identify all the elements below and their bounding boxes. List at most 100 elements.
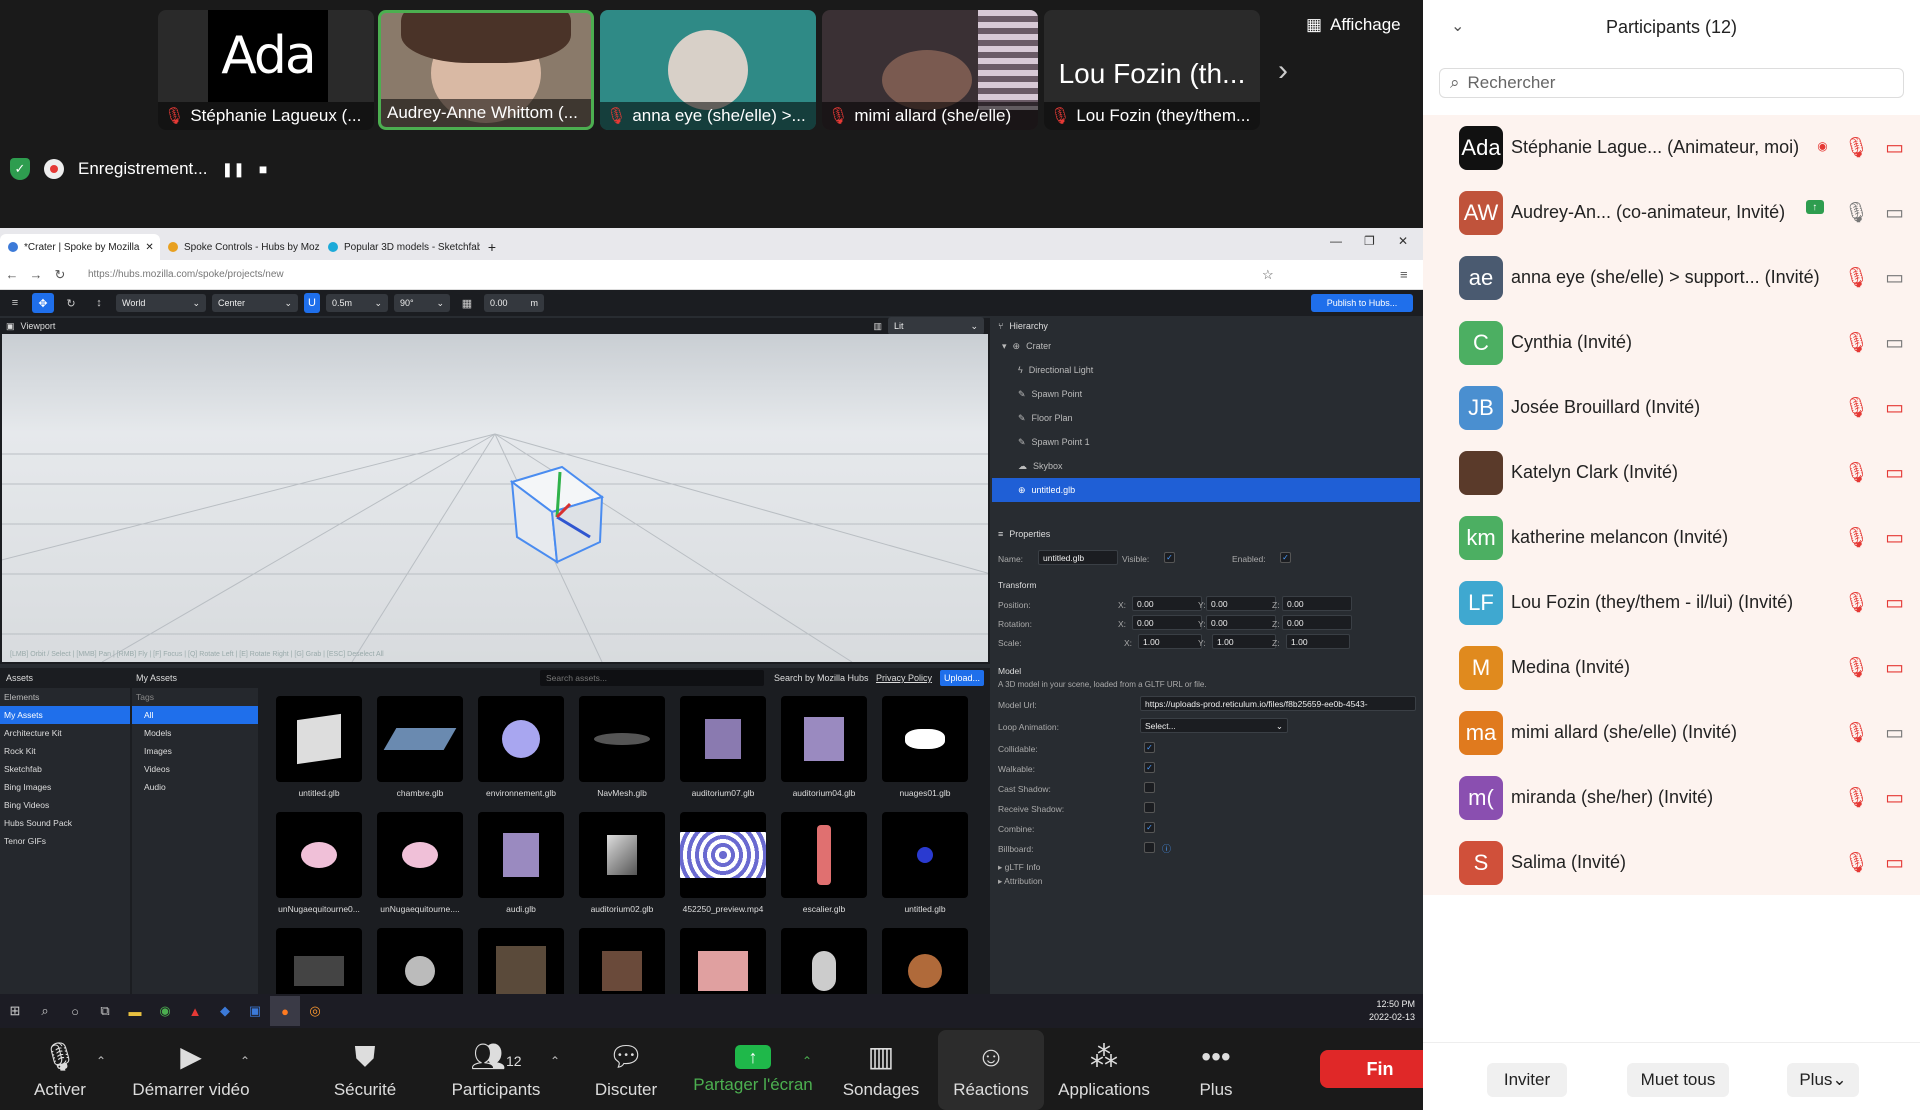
source-item[interactable]: Bing Images [0, 778, 130, 796]
forward-icon[interactable]: → [24, 267, 48, 282]
asset-item[interactable]: auditorium07.glb [680, 696, 766, 798]
participant-row[interactable]: M Medina (Invité) 🎙︎ ▭ [1423, 635, 1920, 700]
hierarchy-item-selected[interactable]: ⊕ untitled.glb [992, 478, 1420, 502]
participant-row[interactable]: AW Audrey-An... (co-animateur, Invité) ↑ 🎙︎… [1423, 180, 1920, 245]
start-icon[interactable]: ⊞ [0, 996, 30, 1026]
attribution-toggle[interactable]: ▸ Attribution [998, 876, 1042, 887]
mic-icon[interactable]: 🎙︎ [1844, 200, 1869, 225]
mic-muted-icon[interactable]: 🎙︎ [1844, 655, 1869, 680]
asset-item[interactable]: untitled.glb [882, 812, 968, 914]
asset-item[interactable] [781, 928, 867, 994]
source-item[interactable]: Architecture Kit [0, 724, 130, 742]
mic-muted-icon[interactable]: 🎙︎ [1844, 395, 1869, 420]
apps-button[interactable]: ⁂ Applications [1054, 1030, 1154, 1110]
render-mode-select[interactable]: Lit ⌄ [888, 317, 984, 335]
source-item[interactable]: My Assets [0, 706, 130, 724]
asset-item[interactable]: auditorium02.glb [579, 812, 665, 914]
share-screen-button[interactable]: ↑ Partager l'écran [690, 1030, 816, 1110]
upload-button[interactable]: Upload... [940, 670, 984, 686]
snap-toggle-icon[interactable]: U [304, 293, 320, 313]
asset-item[interactable]: auditorium04.glb [781, 696, 867, 798]
start-video-button[interactable]: ▶︎ Démarrer vidéo [128, 1030, 254, 1110]
pause-recording-icon[interactable]: ❚❚ [221, 161, 244, 178]
chat-button[interactable]: 💬︎ Discuter [586, 1030, 666, 1110]
mic-muted-icon[interactable]: 🎙︎ [1844, 265, 1869, 290]
camera-off-icon[interactable]: ▭ [1885, 785, 1904, 810]
camera-off-icon[interactable]: ▭ [1885, 135, 1904, 160]
view-button[interactable]: ▦ Affichage [1306, 10, 1401, 40]
tag-item[interactable]: Models [132, 724, 258, 742]
zoom-icon[interactable]: ▣ [240, 996, 270, 1026]
hierarchy-item[interactable]: ✎ Floor Plan [992, 406, 1420, 430]
mic-muted-icon[interactable]: 🎙︎ [1844, 785, 1869, 810]
bookmark-star-icon[interactable]: ☆ [1262, 267, 1274, 283]
participant-row[interactable]: JB Josée Brouillard (Invité) 🎙︎ ▭ [1423, 375, 1920, 440]
loop-animation-select[interactable]: Select... ⌄ [1140, 718, 1288, 733]
hierarchy-item[interactable]: ✎ Spawn Point [992, 382, 1420, 406]
participant-row[interactable]: m(miranda (she/her) (Invité) 🎙︎ ▭ [1423, 765, 1920, 830]
menu-icon[interactable]: ≡ [4, 293, 26, 313]
visible-checkbox[interactable]: ✓ [1164, 552, 1175, 563]
source-item[interactable]: Tenor GIFs [0, 832, 130, 850]
translate-tool-icon[interactable]: ✥ [32, 293, 54, 313]
scale-z-input[interactable]: 1.00 [1286, 634, 1350, 649]
blender-icon[interactable]: ◎ [300, 996, 330, 1026]
participant-search-input[interactable]: ⌕ Rechercher [1439, 68, 1904, 98]
asset-item[interactable] [579, 928, 665, 994]
grid-icon[interactable]: ▦ [456, 293, 478, 313]
camera-off-icon[interactable]: ▭ [1885, 655, 1904, 680]
space-select[interactable]: World ⌄ [116, 294, 206, 312]
publish-button[interactable]: Publish to Hubs... [1311, 294, 1413, 312]
mic-muted-icon[interactable]: 🎙︎ [1844, 590, 1869, 615]
end-meeting-button[interactable]: Fin [1320, 1050, 1440, 1088]
mic-muted-icon[interactable]: 🎙︎ [1844, 460, 1869, 485]
camera-off-icon[interactable]: ▭ [1885, 460, 1904, 485]
hierarchy-item[interactable]: ✎ Spawn Point 1 [992, 430, 1420, 454]
reload-icon[interactable]: ↻ [48, 267, 72, 283]
menu-icon[interactable]: ≡ [1400, 267, 1408, 282]
receive-shadow-checkbox[interactable] [1144, 802, 1155, 813]
walkable-checkbox[interactable]: ✓ [1144, 762, 1155, 773]
mic-muted-icon[interactable]: 🎙︎ [1844, 135, 1869, 160]
audio-options-caret-icon[interactable]: ⌃ [96, 1054, 106, 1068]
source-item[interactable]: Rock Kit [0, 742, 130, 760]
enabled-checkbox[interactable]: ✓ [1280, 552, 1291, 563]
asset-item[interactable] [882, 928, 968, 994]
url-field[interactable]: https://hubs.mozilla.com/spoke/projects/… [88, 269, 284, 280]
participant-row[interactable]: LF Lou Fozin (they/them - il/lui) (Invité… [1423, 570, 1920, 635]
chrome-icon[interactable]: ◉ [150, 996, 180, 1026]
participant-row[interactable]: ma mimi allard (she/elle) (Invité) 🎙︎ ▭ [1423, 700, 1920, 765]
position-x-input[interactable]: 0.00 [1132, 596, 1202, 611]
rotation-y-input[interactable]: 0.00 [1206, 615, 1276, 630]
new-tab-button[interactable]: + [480, 234, 504, 260]
participant-row[interactable]: Katelyn Clark (Invité) 🎙︎ ▭ [1423, 440, 1920, 505]
hierarchy-item[interactable]: ϟ Directional Light [992, 358, 1420, 382]
name-input[interactable]: untitled.glb [1038, 550, 1118, 565]
invite-button[interactable]: Inviter [1487, 1063, 1567, 1097]
camera-icon[interactable]: ▭ [1885, 265, 1904, 290]
asset-item[interactable]: unNugaequitourne.... [377, 812, 463, 914]
browser-tab[interactable]: Popular 3D models - Sketchfab✕ [320, 234, 480, 260]
grid-height-input[interactable]: 0.00 m [484, 294, 544, 312]
asset-item[interactable]: environnement.glb [478, 696, 564, 798]
mic-muted-icon[interactable]: 🎙︎ [1844, 330, 1869, 355]
source-item[interactable]: Bing Videos [0, 796, 130, 814]
privacy-link[interactable]: Privacy Policy [876, 673, 932, 683]
camera-icon[interactable]: ▭ [1885, 720, 1904, 745]
asset-item[interactable]: nuages01.glb [882, 696, 968, 798]
participant-row[interactable]: S Salima (Invité) 🎙︎ ▭ [1423, 830, 1920, 895]
asset-item[interactable] [478, 928, 564, 994]
asset-item[interactable] [276, 928, 362, 994]
asset-search-input[interactable]: Search assets... [540, 670, 764, 686]
mic-muted-icon[interactable]: 🎙︎ [1844, 525, 1869, 550]
position-y-input[interactable]: 0.00 [1206, 596, 1276, 611]
scale-y-input[interactable]: 1.00 [1212, 634, 1276, 649]
participants-button[interactable]: 👥︎12 Participants [446, 1030, 546, 1110]
stats-icon[interactable]: ▥ [873, 321, 882, 332]
pivot-select[interactable]: Center ⌄ [212, 294, 298, 312]
search-icon[interactable]: ⌕ [30, 996, 60, 1026]
model-url-input[interactable]: https://uploads-prod.reticulum.io/files/… [1140, 696, 1416, 711]
camera-icon[interactable]: ▭ [1885, 200, 1904, 225]
video-tile[interactable]: 🎙︎ mimi allard (she/elle) [822, 10, 1038, 130]
hierarchy-item[interactable]: ▾ ⊕ Crater [992, 334, 1420, 358]
